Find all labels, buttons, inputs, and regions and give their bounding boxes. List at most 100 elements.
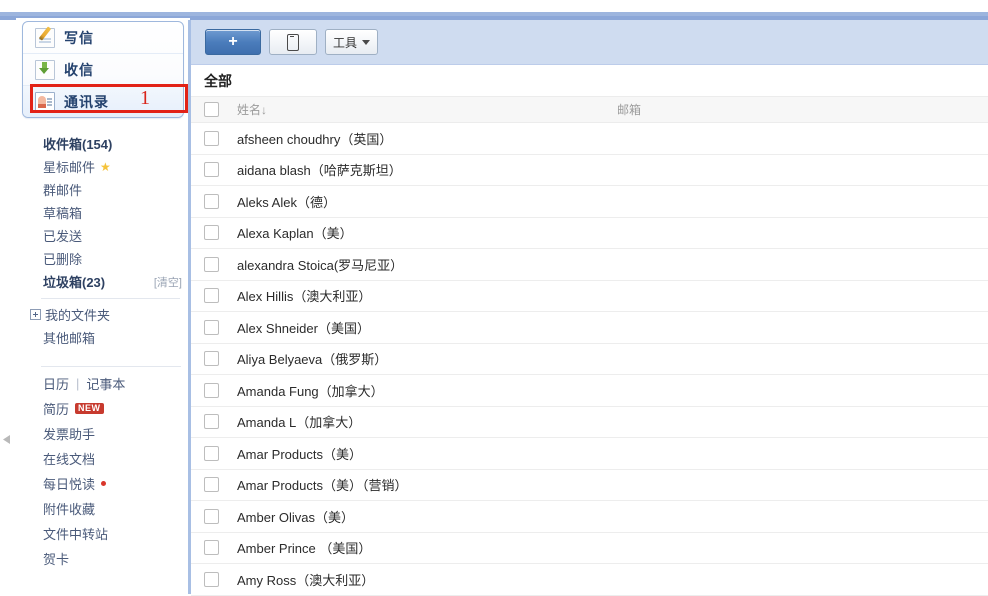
row-checkbox[interactable]: [204, 540, 219, 556]
folder-deleted[interactable]: 已删除: [22, 247, 184, 270]
tool-separator: |: [76, 376, 80, 391]
top-blue-strip-highlight: [0, 12, 988, 16]
tool-daily-reading[interactable]: 每日悦读: [22, 471, 184, 496]
folder-starred-label: 星标邮件: [43, 160, 96, 175]
table-row[interactable]: Amar Products（美）（营销）: [191, 469, 988, 501]
sidebar: 写信 收信 通讯录 收件箱(154) 星标邮件 ★ 群邮件 草稿箱 已发送 已删…: [16, 18, 190, 594]
folder-list: 收件箱(154) 星标邮件 ★ 群邮件 草稿箱 已发送 已删除 垃圾箱(23) …: [22, 132, 184, 349]
new-badge: NEW: [75, 403, 104, 414]
folder-spam[interactable]: 垃圾箱(23) [清空]: [22, 270, 184, 293]
sidebar-item-compose[interactable]: 写信: [23, 22, 183, 53]
contact-name: Aliya Belyaeva（俄罗斯）: [237, 352, 388, 368]
tool-invoice-assistant[interactable]: 发票助手: [22, 421, 184, 446]
column-header-name[interactable]: 姓名↓: [237, 101, 617, 118]
add-contact-label: +: [228, 33, 238, 50]
tool-notepad[interactable]: 记事本: [86, 374, 125, 393]
contact-name: Amanda Fung（加拿大）: [237, 383, 384, 399]
select-all-checkbox[interactable]: [204, 102, 219, 117]
table-row[interactable]: Amar Products（美）: [191, 438, 988, 470]
sidebar-item-contacts[interactable]: 通讯录: [23, 85, 183, 117]
compose-icon: [35, 27, 55, 48]
folder-deleted-label: 已删除: [43, 252, 83, 267]
sidebar-item-compose-label: 写信: [64, 29, 94, 46]
folder-sent[interactable]: 已发送: [22, 224, 184, 247]
contact-name: afsheen choudhry（英国）: [237, 131, 393, 147]
contact-name: Amar Products（美）: [237, 446, 362, 462]
mobile-phone-icon: [287, 33, 299, 51]
add-contact-button[interactable]: +: [205, 29, 261, 55]
table-row[interactable]: Amber Prince （美国）: [191, 532, 988, 564]
table-row[interactable]: aidana blash（哈萨克斯坦）: [191, 154, 988, 186]
row-checkbox[interactable]: [204, 477, 219, 493]
sidebar-item-contacts-label: 通讯录: [64, 93, 109, 110]
row-checkbox[interactable]: [204, 571, 219, 587]
tool-invoice-assistant-label: 发票助手: [43, 427, 96, 442]
contacts-list-header: 姓名↓ 邮箱: [191, 96, 988, 123]
tool-resume-label: 简历: [43, 402, 70, 417]
table-row[interactable]: Aleks Alek（德）: [191, 186, 988, 218]
folder-divider: [41, 298, 180, 299]
row-checkbox[interactable]: [204, 225, 219, 241]
left-collapse-rail[interactable]: [0, 20, 16, 594]
row-checkbox[interactable]: [204, 445, 219, 461]
row-checkbox[interactable]: [204, 288, 219, 304]
folder-drafts-label: 草稿箱: [43, 206, 83, 221]
sidebar-item-receive[interactable]: 收信: [23, 53, 183, 85]
folder-starred[interactable]: 星标邮件 ★: [22, 155, 184, 178]
row-checkbox[interactable]: [204, 351, 219, 367]
table-row[interactable]: Alex Hillis（澳大利亚）: [191, 280, 988, 312]
notification-dot-icon: [101, 481, 107, 486]
contact-name: Alexa Kaplan（美）: [237, 226, 353, 242]
table-row[interactable]: Amy Ross（澳大利亚）: [191, 564, 988, 596]
contact-name: Alex Hillis（澳大利亚）: [237, 289, 372, 305]
folder-inbox[interactable]: 收件箱(154): [22, 132, 184, 155]
tool-file-transfer[interactable]: 文件中转站: [22, 521, 184, 546]
table-row[interactable]: afsheen choudhry（英国）: [191, 123, 988, 155]
row-checkbox[interactable]: [204, 256, 219, 272]
table-row[interactable]: Alex Shneider（美国）: [191, 312, 988, 344]
folder-group-mail[interactable]: 群邮件: [22, 178, 184, 201]
contacts-group-title: 全部: [191, 65, 988, 96]
table-row[interactable]: alexandra Stoica(罗马尼亚）: [191, 249, 988, 281]
inbox-icon: [35, 59, 55, 80]
contact-name: Amber Olivas（美）: [237, 509, 355, 525]
row-checkbox[interactable]: [204, 162, 219, 178]
tool-attachment-favorites[interactable]: 附件收藏: [22, 496, 184, 521]
contacts-icon: [35, 91, 55, 112]
contact-name: Alex Shneider（美国）: [237, 320, 370, 336]
row-checkbox[interactable]: [204, 382, 219, 398]
tool-calendar[interactable]: 日历: [43, 374, 69, 393]
table-row[interactable]: Amanda L（加拿大）: [191, 406, 988, 438]
expand-plus-icon[interactable]: [30, 309, 41, 320]
contacts-toolbar: + 工具: [191, 20, 988, 65]
tool-daily-reading-label: 每日悦读: [43, 477, 96, 492]
row-checkbox[interactable]: [204, 508, 219, 524]
row-checkbox[interactable]: [204, 130, 219, 146]
tool-online-doc[interactable]: 在线文档: [22, 446, 184, 471]
import-phone-contacts-button[interactable]: [269, 29, 317, 55]
folder-my-folders[interactable]: 我的文件夹: [22, 303, 184, 326]
tools-dropdown-button[interactable]: 工具: [325, 29, 379, 55]
table-row[interactable]: Amanda Fung（加拿大）: [191, 375, 988, 407]
tool-greeting-card[interactable]: 贺卡: [22, 546, 184, 571]
table-row[interactable]: Aliya Belyaeva（俄罗斯）: [191, 343, 988, 375]
main-content: + 工具 全部 姓名↓ 邮箱 afsheen choudhry（英国） aidan…: [191, 20, 988, 596]
contact-name: alexandra Stoica(罗马尼亚）: [237, 257, 404, 273]
row-checkbox[interactable]: [204, 319, 219, 335]
folder-other-mailbox[interactable]: 其他邮箱: [22, 326, 184, 349]
folder-spam-label: 垃圾箱(23): [43, 275, 106, 290]
empty-spam-link[interactable]: [清空]: [154, 274, 182, 290]
row-checkbox[interactable]: [204, 193, 219, 209]
table-row[interactable]: Alexa Kaplan（美）: [191, 217, 988, 249]
folder-drafts[interactable]: 草稿箱: [22, 201, 184, 224]
column-header-email[interactable]: 邮箱: [617, 101, 988, 118]
row-checkbox[interactable]: [204, 414, 219, 430]
folder-my-folders-label: 我的文件夹: [45, 308, 111, 323]
table-row[interactable]: Amber Olivas（美）: [191, 501, 988, 533]
tool-attachment-favorites-label: 附件收藏: [43, 502, 96, 517]
collapse-arrow-icon[interactable]: [3, 435, 10, 444]
tool-resume[interactable]: 简历 NEW: [22, 396, 184, 421]
star-icon: ★: [100, 159, 111, 174]
contact-name: Aleks Alek（德）: [237, 194, 336, 210]
sidebar-nav-box: 写信 收信 通讯录: [22, 21, 184, 118]
